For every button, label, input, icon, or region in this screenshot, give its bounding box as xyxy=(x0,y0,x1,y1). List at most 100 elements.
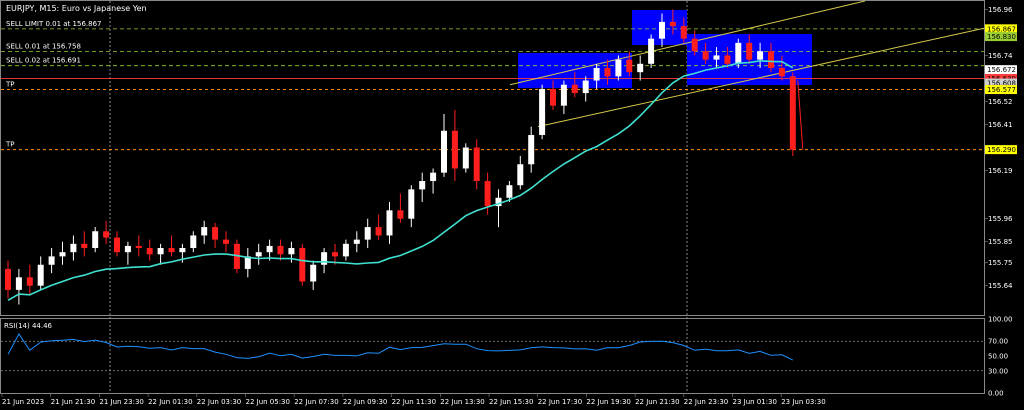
candle-body[interactable] xyxy=(757,51,764,60)
candle-body[interactable] xyxy=(484,181,491,207)
candle-body[interactable] xyxy=(353,239,360,244)
candle-body[interactable] xyxy=(539,88,546,135)
candle-body[interactable] xyxy=(528,134,535,165)
candle-body[interactable] xyxy=(593,67,600,81)
order-label: SELL LIMIT 0.01 at 156.867 xyxy=(6,20,101,28)
price-tick-label: 155.64 xyxy=(988,282,1013,290)
candle-body[interactable] xyxy=(386,210,393,236)
price-tag-label: 156.577 xyxy=(987,86,1016,94)
candle-body[interactable] xyxy=(255,252,262,257)
rsi-tick-label: 50.00 xyxy=(988,353,1008,361)
candle-body[interactable] xyxy=(59,252,66,257)
candle-body[interactable] xyxy=(626,59,633,73)
time-tick-label: 22 Jun 11:30 xyxy=(392,398,436,406)
candle-body[interactable] xyxy=(571,84,578,94)
candle-body[interactable] xyxy=(146,248,153,255)
candle-body[interactable] xyxy=(342,243,349,257)
candle-body[interactable] xyxy=(560,84,567,106)
order-label: SELL 0.01 at 156.758 xyxy=(6,43,81,51)
candle-body[interactable] xyxy=(124,245,131,253)
candle-body[interactable] xyxy=(451,130,458,169)
time-tick-label: 22 Jun 19:30 xyxy=(586,398,630,406)
candle-body[interactable] xyxy=(473,147,480,182)
candle-body[interactable] xyxy=(517,164,524,186)
candle-body[interactable] xyxy=(70,243,77,253)
time-tick-label: 22 Jun 03:30 xyxy=(197,398,241,406)
candle-body[interactable] xyxy=(168,248,175,253)
rsi-tick-label: 0.00 xyxy=(988,390,1004,398)
candle-body[interactable] xyxy=(364,227,371,240)
candle-body[interactable] xyxy=(637,63,644,73)
time-tick-label: 21 Jun 23:30 xyxy=(99,398,143,406)
price-tag-label: 156.672 xyxy=(987,66,1016,74)
candle-body[interactable] xyxy=(277,245,284,255)
candle-body[interactable] xyxy=(691,38,698,52)
candle-body[interactable] xyxy=(15,277,22,290)
time-tick-label: 22 Jun 15:30 xyxy=(489,398,533,406)
candle-body[interactable] xyxy=(375,227,382,236)
candle-body[interactable] xyxy=(37,264,44,286)
candle-body[interactable] xyxy=(266,245,273,253)
time-tick-label: 22 Jun 09:30 xyxy=(343,398,387,406)
candle-body[interactable] xyxy=(179,248,186,253)
time-tick-label: 22 Jun 13:30 xyxy=(440,398,484,406)
candle-body[interactable] xyxy=(48,256,55,265)
candle-body[interactable] xyxy=(321,252,328,265)
candle-body[interactable] xyxy=(430,172,437,182)
candle-body[interactable] xyxy=(746,42,753,60)
candle-body[interactable] xyxy=(212,227,219,240)
candle-body[interactable] xyxy=(582,80,589,94)
candle-body[interactable] xyxy=(5,268,11,290)
candle-body[interactable] xyxy=(190,235,197,249)
time-tick-label: 21 Jun 21:30 xyxy=(51,398,95,406)
candle-body[interactable] xyxy=(669,21,676,27)
time-tick-label: 23 Jun 03:30 xyxy=(781,398,825,406)
candle-body[interactable] xyxy=(462,147,469,169)
rsi-tick-label: 100.00 xyxy=(988,316,1013,324)
candle-body[interactable] xyxy=(223,239,229,244)
rsi-tick-label: 30.00 xyxy=(988,367,1008,375)
candle-body[interactable] xyxy=(397,210,404,219)
candle-body[interactable] xyxy=(702,51,709,60)
candle-body[interactable] xyxy=(81,243,88,249)
rsi-tick-label: 70.00 xyxy=(988,338,1008,346)
candle-body[interactable] xyxy=(299,248,306,282)
candle-body[interactable] xyxy=(659,21,665,39)
candle-body[interactable] xyxy=(724,55,731,64)
candle-body[interactable] xyxy=(735,42,742,64)
candle-body[interactable] xyxy=(441,130,447,173)
rsi-label: RSI(14) 44.46 xyxy=(4,322,53,330)
candle-body[interactable] xyxy=(506,185,513,198)
candle-body[interactable] xyxy=(615,59,622,77)
candle-body[interactable] xyxy=(648,38,655,64)
time-tick-label: 22 Jun 23:30 xyxy=(684,398,728,406)
time-tick-label: 22 Jun 01:30 xyxy=(148,398,192,406)
candle-body[interactable] xyxy=(135,245,142,249)
candle-body[interactable] xyxy=(114,237,120,253)
candle-body[interactable] xyxy=(419,181,426,190)
candle-body[interactable] xyxy=(288,248,295,255)
time-tick-label: 22 Jun 05:30 xyxy=(246,398,290,406)
candle-body[interactable] xyxy=(408,189,415,219)
tp-label: TP xyxy=(5,81,15,89)
candle-body[interactable] xyxy=(680,26,687,39)
chart-title: EURJPY, M15: Euro vs Japanese Yen xyxy=(6,4,147,13)
price-tick-label: 156.74 xyxy=(988,52,1013,60)
candle-body[interactable] xyxy=(789,76,796,150)
candle-body[interactable] xyxy=(310,264,317,282)
candle-body[interactable] xyxy=(768,51,774,68)
candle-body[interactable] xyxy=(604,67,611,77)
candle-body[interactable] xyxy=(332,252,338,257)
candle-body[interactable] xyxy=(92,231,99,249)
mt4-chart[interactable]: EURJPY, M15: Euro vs Japanese Yen SELL L… xyxy=(0,0,1024,410)
candle-body[interactable] xyxy=(550,88,556,106)
price-tick-label: 156.41 xyxy=(988,121,1013,129)
candle-body[interactable] xyxy=(157,248,164,255)
candle-body[interactable] xyxy=(778,67,785,77)
candle-body[interactable] xyxy=(201,227,208,236)
tp-label: TP xyxy=(5,141,15,149)
candle-body[interactable] xyxy=(713,55,720,60)
candle-body[interactable] xyxy=(26,277,33,286)
time-tick-label: 21 Jun 2023 xyxy=(2,398,44,406)
candle-body[interactable] xyxy=(103,231,110,238)
